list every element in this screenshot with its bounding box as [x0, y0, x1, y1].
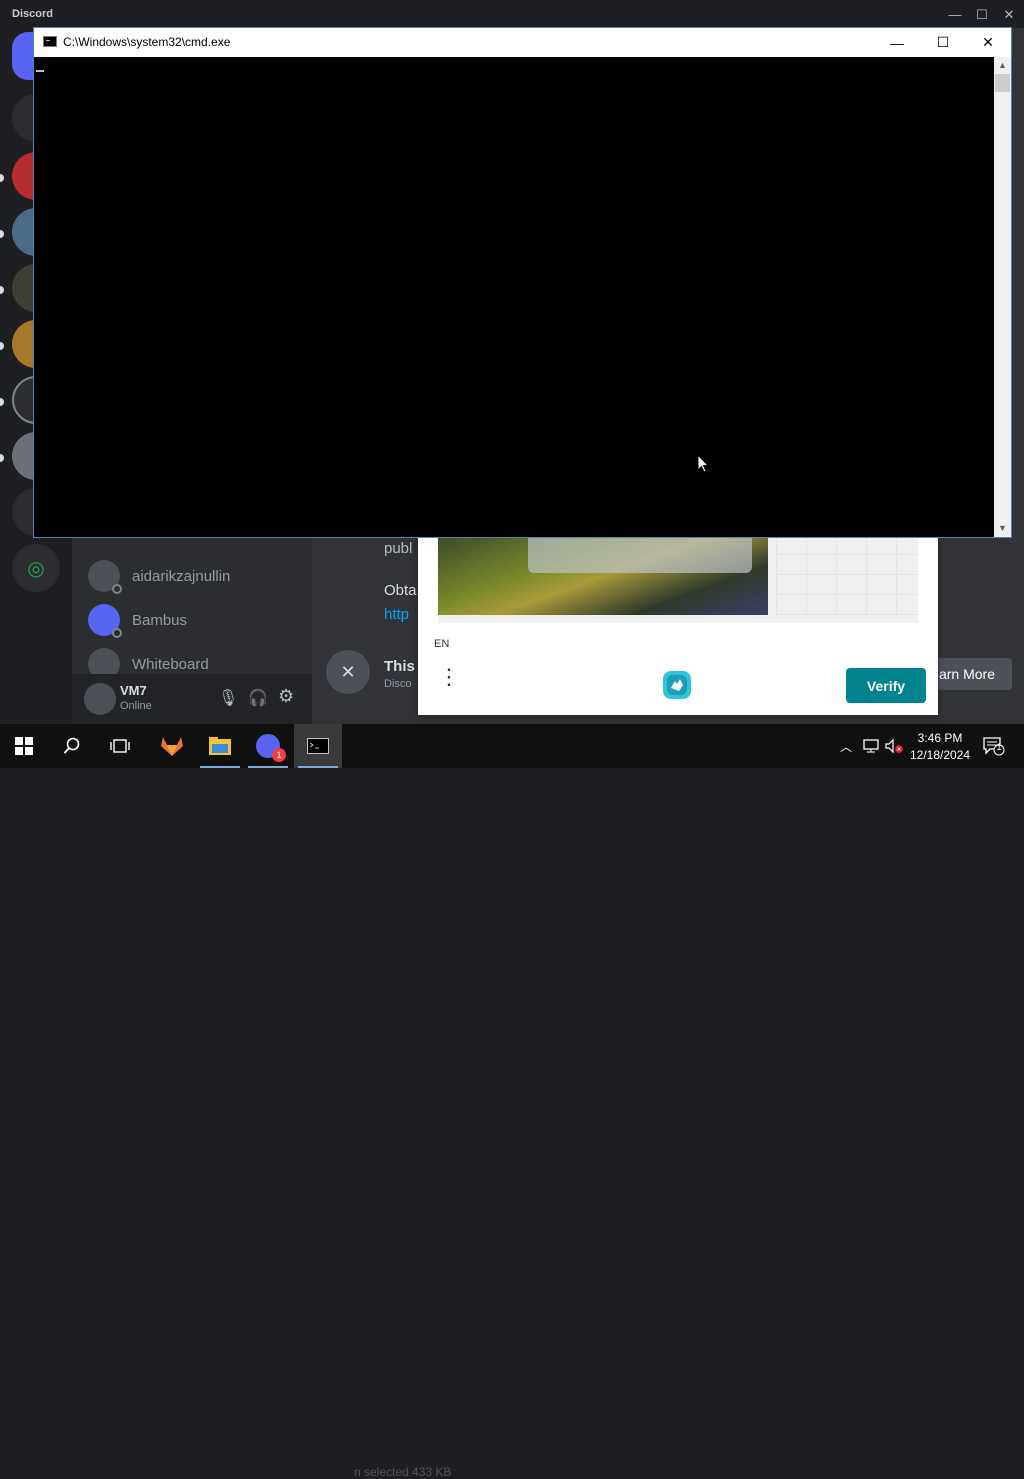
taskbar-app-cmd[interactable]	[294, 724, 342, 768]
notice-title: This	[384, 658, 415, 675]
verify-button[interactable]: Verify	[846, 668, 926, 703]
discord-maximize-button[interactable]: ☐	[973, 6, 991, 24]
dm-name: Bambus	[132, 611, 188, 629]
kebab-menu-icon[interactable]: ⋮	[438, 666, 460, 702]
avatar	[88, 604, 122, 638]
captcha-dialog: EN ⋮ Verify	[418, 537, 938, 715]
avatar[interactable]	[84, 683, 116, 715]
clock-time: 3:46 PM	[917, 731, 963, 745]
message-text: publ	[384, 540, 413, 557]
explore-servers-icon[interactable]: ◎	[12, 544, 60, 592]
username: VM7	[120, 683, 147, 698]
console-output[interactable]	[34, 57, 994, 537]
start-button[interactable]	[0, 724, 48, 768]
clock-date: 12/18/2024	[909, 748, 971, 762]
notification-badge: 1	[272, 748, 286, 762]
hcaptcha-logo-icon	[663, 671, 691, 699]
maximize-button[interactable]: ☐	[920, 28, 966, 57]
cmd-icon	[43, 36, 57, 47]
windows-logo-icon	[15, 737, 33, 755]
volume-muted-icon[interactable]	[884, 736, 904, 756]
notice-subtitle: Disco	[384, 678, 412, 690]
captcha-photo[interactable]	[438, 537, 768, 615]
task-view-button[interactable]	[96, 724, 144, 768]
gear-icon[interactable]: ⚙	[278, 686, 294, 707]
captcha-challenge-image	[438, 537, 918, 623]
captcha-photo-overlay	[528, 537, 752, 573]
obscured-status-text: n selected 433 KB	[354, 1465, 452, 1479]
notification-count: 1	[996, 742, 1002, 752]
user-panel: VM7 Online 🎙 🎧 ⚙	[72, 674, 312, 724]
avatar	[88, 560, 122, 594]
discord-titlebar: Discord — ☐ ✕	[0, 0, 1024, 28]
mouse-pointer-icon	[697, 454, 709, 473]
discord-minimize-button[interactable]: —	[946, 6, 964, 24]
vertical-scrollbar[interactable]: ▲ ▼	[994, 57, 1011, 537]
discord-close-button[interactable]: ✕	[1000, 6, 1018, 24]
window-title: C:\Windows\system32\cmd.exe	[63, 35, 231, 49]
search-button[interactable]	[48, 724, 96, 768]
unread-pill	[0, 342, 4, 350]
language-selector[interactable]: EN	[434, 638, 449, 650]
unread-pill	[0, 230, 4, 238]
unread-pill	[0, 174, 4, 182]
cmd-titlebar[interactable]: C:\Windows\system32\cmd.exe — ☐ ✕	[34, 28, 1011, 57]
search-icon	[63, 737, 80, 754]
system-clock[interactable]: 3:46 PM 12/18/2024	[904, 730, 976, 764]
action-center-icon[interactable]: 1	[982, 736, 1006, 756]
file-explorer-icon	[209, 737, 231, 755]
scroll-thumb[interactable]	[995, 74, 1010, 92]
dm-name: Whiteboard	[132, 655, 209, 673]
minimize-button[interactable]: —	[874, 28, 920, 57]
taskbar-app-gitlab[interactable]	[148, 724, 196, 768]
network-icon[interactable]	[862, 736, 880, 756]
message-text: Obta	[384, 582, 417, 599]
text-cursor	[36, 70, 44, 72]
dm-list-item[interactable]: Bambus	[88, 600, 187, 640]
scroll-up-arrow-icon[interactable]: ▲	[994, 57, 1011, 74]
gitlab-fox-icon	[161, 737, 183, 756]
cmd-icon	[307, 738, 329, 754]
discord-app-title: Discord	[12, 8, 53, 20]
scroll-down-arrow-icon[interactable]: ▼	[994, 520, 1011, 537]
taskbar-app-explorer[interactable]	[196, 724, 244, 768]
status-indicator	[112, 584, 122, 594]
close-button[interactable]: ✕	[965, 28, 1011, 57]
cmd-window: C:\Windows\system32\cmd.exe — ☐ ✕ ▲ ▼	[33, 27, 1012, 538]
unread-pill	[0, 454, 4, 462]
headphones-icon[interactable]: 🎧	[248, 688, 268, 708]
chevron-up-icon[interactable]: ︿	[838, 736, 854, 756]
task-view-icon	[110, 739, 130, 753]
status-indicator	[112, 628, 122, 638]
wrench-icon: ✕	[326, 650, 370, 694]
microphone-icon[interactable]: 🎙	[218, 688, 238, 708]
dm-name: aidarikzajnullin	[132, 567, 231, 585]
taskbar-app-discord[interactable]: 1	[244, 724, 292, 768]
message-link[interactable]: http	[384, 606, 409, 623]
user-status: Online	[120, 700, 152, 712]
unread-pill	[0, 286, 4, 294]
dm-list-item[interactable]: aidarikzajnullin	[88, 556, 230, 596]
taskbar: 1 n selected 433 KB ︿ 3:46 PM 12/18/2024…	[0, 724, 1024, 1479]
unread-pill	[0, 398, 4, 406]
discord-icon: 1	[256, 734, 286, 762]
captcha-grid[interactable]	[776, 537, 918, 615]
